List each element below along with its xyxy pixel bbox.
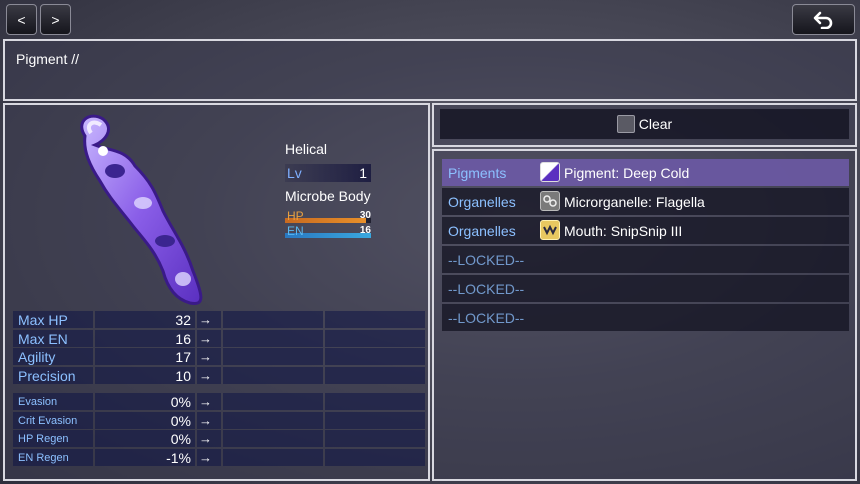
- slot-row-locked: --LOCKED--: [442, 304, 849, 331]
- xparam-label: Crit Evasion: [18, 414, 78, 427]
- xparam-value: -1%: [166, 449, 191, 466]
- param-table: Max HP 32 → Max EN 16 → Agility 17 → Pre…: [13, 311, 425, 385]
- xparam-value: 0%: [170, 431, 191, 447]
- actor-name: Helical: [285, 141, 328, 157]
- chevron-right-icon: >: [51, 11, 60, 28]
- mouth-icon: [540, 220, 560, 240]
- slot-category: Pigments: [448, 165, 507, 181]
- slot-row-organelles[interactable]: Organelles Mouth: SnipSnip III: [442, 217, 849, 244]
- actor-class: Microbe Body: [285, 188, 371, 204]
- back-button[interactable]: [792, 4, 855, 35]
- param-value: 16: [175, 330, 191, 347]
- hp-value: 30: [359, 210, 371, 221]
- pigment-icon: [540, 162, 560, 182]
- xparam-row: Crit Evasion 0% →: [13, 411, 425, 430]
- right-arrow-icon: →: [199, 431, 212, 446]
- xparam-value: 0%: [170, 412, 191, 429]
- right-arrow-icon: →: [199, 312, 212, 327]
- xparam-row: EN Regen -1% →: [13, 448, 425, 467]
- locked-label: --LOCKED--: [448, 281, 525, 297]
- hp-gauge: HP 30: [285, 209, 373, 225]
- organelle-icon: [540, 191, 560, 211]
- xparam-label: HP Regen: [18, 433, 69, 445]
- param-label: Max HP: [18, 312, 68, 328]
- xparam-value: 0%: [170, 394, 191, 410]
- slot-row-organelles[interactable]: Organelles Microrganelle: Flagella: [442, 188, 849, 215]
- slot-item: Pigment: Deep Cold: [564, 165, 690, 181]
- slot-category: Organelles: [448, 223, 516, 239]
- clear-button[interactable]: Clear: [440, 109, 849, 139]
- param-value: 10: [175, 367, 191, 384]
- slot-window: Pigments Pigment: Deep Cold Organelles M…: [432, 149, 857, 481]
- locked-label: --LOCKED--: [448, 310, 525, 326]
- right-arrow-icon: →: [199, 394, 212, 409]
- slot-row-locked: --LOCKED--: [442, 246, 849, 273]
- locked-label: --LOCKED--: [448, 252, 525, 268]
- xparam-row: Evasion 0% →: [13, 393, 425, 411]
- right-arrow-icon: →: [199, 367, 212, 383]
- creature-portrait: [80, 114, 203, 306]
- slot-category: Organelles: [448, 194, 516, 210]
- right-arrow-icon: →: [199, 412, 212, 428]
- slot-item: Microrganelle: Flagella: [564, 194, 705, 210]
- param-row: Max EN 16 →: [13, 329, 425, 348]
- xparam-row: HP Regen 0% →: [13, 430, 425, 448]
- param-label: Agility: [18, 349, 56, 365]
- level-label: Lv: [287, 165, 302, 181]
- param-label: Max EN: [18, 330, 68, 347]
- param-row: Max HP 32 →: [13, 311, 425, 329]
- help-window: Pigment //: [3, 39, 857, 101]
- top-bar: < >: [0, 0, 860, 38]
- param-label: Precision: [18, 367, 76, 384]
- previous-button[interactable]: <: [6, 4, 37, 35]
- xparam-label: EN Regen: [18, 451, 69, 464]
- param-row: Precision 10 →: [13, 366, 425, 385]
- clear-label: Clear: [638, 116, 673, 132]
- checkbox-icon: [616, 115, 635, 133]
- level-value: 1: [359, 165, 367, 181]
- xparam-table: Evasion 0% → Crit Evasion 0% → HP Regen …: [13, 393, 425, 467]
- en-gauge: EN 16: [285, 224, 373, 240]
- slot-item: Mouth: SnipSnip III: [564, 223, 683, 239]
- level-row: Lv 1: [285, 164, 371, 182]
- right-arrow-icon: →: [199, 449, 212, 465]
- param-row: Agility 17 →: [13, 348, 425, 366]
- en-label: EN: [287, 224, 304, 238]
- return-arrow-icon: [813, 11, 832, 29]
- help-text: Pigment //: [16, 51, 80, 67]
- chevron-left-icon: <: [17, 11, 26, 28]
- slot-row-locked: --LOCKED--: [442, 275, 849, 302]
- command-window: Clear: [432, 103, 857, 147]
- right-arrow-icon: →: [199, 349, 212, 364]
- right-arrow-icon: →: [199, 330, 212, 346]
- en-value: 16: [359, 225, 371, 236]
- status-window: Helical Lv 1 Microbe Body HP 30 EN 16 Ma…: [3, 103, 430, 481]
- hp-label: HP: [287, 209, 304, 223]
- slot-row-pigments[interactable]: Pigments Pigment: Deep Cold: [442, 159, 849, 186]
- param-value: 17: [175, 349, 191, 365]
- xparam-label: Evasion: [18, 396, 58, 408]
- next-button[interactable]: >: [40, 4, 71, 35]
- param-value: 32: [175, 312, 191, 328]
